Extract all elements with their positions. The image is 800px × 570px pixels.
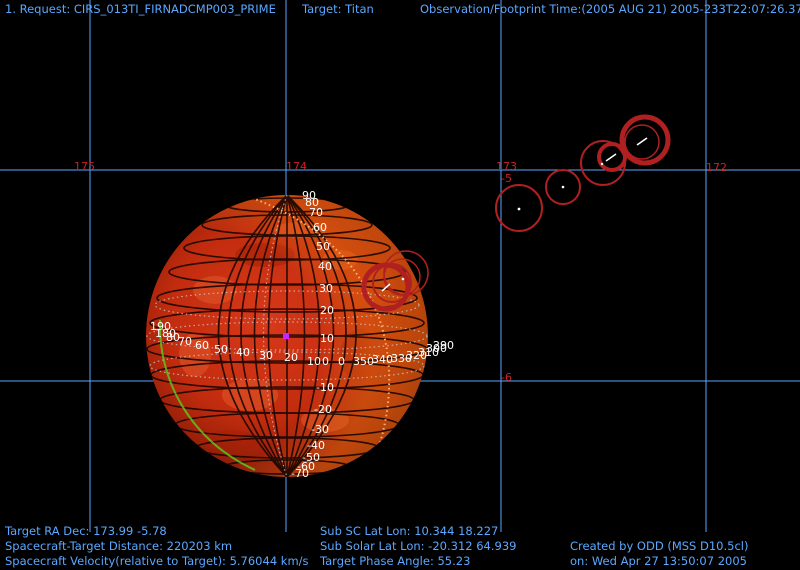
footprint-circle-3 (580, 140, 627, 186)
lat-label-20: 20 (320, 304, 334, 317)
lon-label-290: 290 (433, 339, 454, 352)
lat-label-10: 10 (320, 332, 334, 345)
lat-label-40: 40 (318, 260, 332, 273)
lat-label-neg10: -10 (316, 381, 334, 394)
lon-label-30: 30 (259, 349, 273, 362)
created-on: on: Wed Apr 27 13:50:07 2005 (570, 554, 747, 568)
spacecraft-target-distance: Spacecraft-Target Distance: 220203 km (5, 539, 233, 553)
dec-label-5: -5 (501, 172, 512, 185)
ra-label-175: 175 (74, 160, 95, 173)
lon-label-0: 0 (338, 355, 345, 368)
target-ra-dec: Target RA Dec: 173.99 -5.78 (5, 524, 167, 538)
lat-label-70: 70 (309, 206, 323, 219)
created-by: Created by ODD (MSS D10.5cl) (570, 539, 749, 553)
lon-label-340: 340 (372, 353, 393, 366)
sub-spacecraft-marker (283, 333, 289, 339)
observation-view: 175 174 173 172 -5 -6 90 80 70 60 50 40 … (0, 0, 800, 532)
dec-label-6: -6 (501, 371, 512, 384)
lon-label-40: 40 (236, 346, 250, 359)
lat-label-neg20: -20 (314, 403, 332, 416)
target-phase-angle: Target Phase Angle: 55.23 (320, 554, 471, 568)
footprint-circle-4 (619, 114, 671, 166)
lat-label-neg70: -70 (291, 467, 309, 480)
lon-label-70: 70 (178, 335, 192, 348)
target-label: Target: Titan (302, 2, 374, 16)
lat-label-30: 30 (319, 282, 333, 295)
info-col-1: Target RA Dec: 173.99 -5.78 Spacecraft-T… (5, 524, 309, 569)
observation-time: Observation/Footprint Time:(2005 AUG 21)… (420, 2, 800, 16)
info-col-2: Sub SC Lat Lon: 10.344 18.227 Sub Solar … (320, 524, 516, 569)
sub-sc-lat-lon: Sub SC Lat Lon: 10.344 18.227 (320, 524, 499, 538)
lat-label-neg30: -30 (311, 423, 329, 436)
lat-label-0: 0 (322, 355, 329, 368)
ra-label-174: 174 (286, 160, 307, 173)
ra-label-172: 172 (706, 161, 727, 174)
footprint-circle-1 (495, 184, 543, 232)
footprint-circle-2 (545, 169, 581, 205)
sub-solar-lat-lon: Sub Solar Lat Lon: -20.312 64.939 (320, 539, 517, 553)
info-col-3: Created by ODD (MSS D10.5cl) on: Wed Apr… (570, 539, 748, 569)
spacecraft-velocity: Spacecraft Velocity(relative to Target):… (5, 554, 309, 568)
request-label: 1. Request: CIRS_013TI_FIRNADCMP003_PRIM… (5, 2, 276, 16)
lat-label-50: 50 (316, 240, 330, 253)
lon-label-50: 50 (214, 343, 228, 356)
lon-label-60: 60 (195, 339, 209, 352)
lat-label-60: 60 (313, 221, 327, 234)
lon-label-10: 10 (307, 355, 321, 368)
lon-label-20: 20 (284, 351, 298, 364)
lon-label-350: 350 (353, 355, 374, 368)
